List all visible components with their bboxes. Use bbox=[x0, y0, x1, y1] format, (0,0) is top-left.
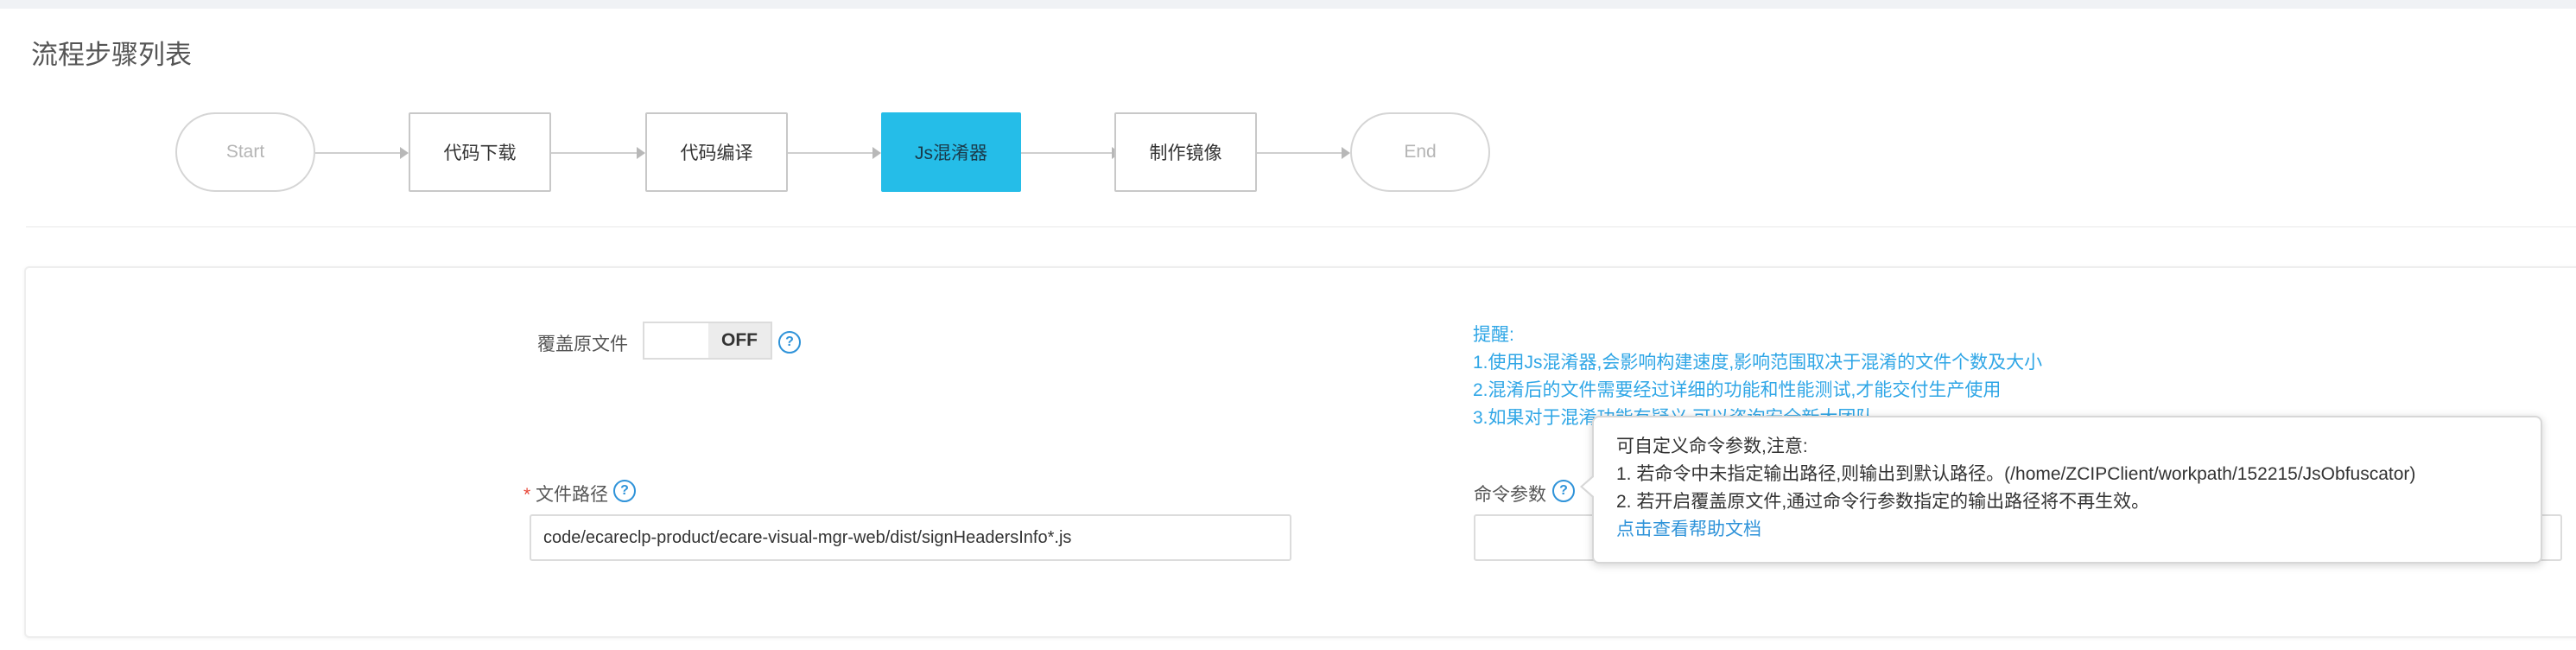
tips-line: 1.使用Js混淆器,会影响构建速度,影响范围取决于混淆的文件个数及大小 bbox=[1473, 353, 2043, 373]
flow-connector bbox=[788, 152, 874, 154]
help-doc-link[interactable]: 点击查看帮助文档 bbox=[1616, 516, 2518, 544]
tips-line: 2.混淆后的文件需要经过详细的功能和性能测试,才能交付生产使用 bbox=[1473, 380, 2002, 400]
file-path-input[interactable]: code/ecareclp-product/ecare-visual-mgr-w… bbox=[530, 514, 1291, 561]
file-path-label: * 文件路径 bbox=[523, 481, 608, 507]
tooltip-line: 2. 若开启覆盖原文件,通过命令行参数指定的输出路径将不再生效。 bbox=[1616, 492, 2150, 512]
section-divider bbox=[26, 226, 2576, 227]
required-mark: * bbox=[523, 485, 531, 505]
help-icon[interactable]: ? bbox=[1552, 480, 1575, 502]
arrow-right-icon bbox=[1342, 147, 1350, 159]
arrow-right-icon bbox=[637, 147, 645, 159]
flow-step-end[interactable]: End bbox=[1350, 112, 1490, 192]
flow-step-js-obfuscator[interactable]: Js混淆器 bbox=[881, 112, 1021, 192]
flow-connector bbox=[551, 152, 638, 154]
flow-step-code-compile[interactable]: 代码编译 bbox=[645, 112, 788, 192]
flow-step-code-download[interactable]: 代码下载 bbox=[409, 112, 551, 192]
flow-step-build-image[interactable]: 制作镜像 bbox=[1114, 112, 1257, 192]
file-path-label-text: 文件路径 bbox=[536, 485, 609, 505]
help-icon[interactable]: ? bbox=[613, 480, 636, 502]
flow-step-start[interactable]: Start bbox=[175, 112, 315, 192]
section-title: 流程步骤列表 bbox=[31, 40, 192, 70]
flow-connector bbox=[1021, 152, 1113, 154]
arrow-right-icon bbox=[872, 147, 881, 159]
tooltip-title: 可自定义命令参数,注意: bbox=[1616, 437, 1808, 456]
tooltip-caret-fill bbox=[1583, 476, 1595, 497]
flow-connector bbox=[315, 152, 402, 154]
command-params-label: 命令参数 bbox=[1474, 485, 1546, 505]
process-flow: Start 代码下载 代码编译 Js混淆器 制作镜像 End bbox=[0, 104, 1555, 199]
command-params-tooltip: 可自定义命令参数,注意: 1. 若命令中未指定输出路径,则输出到默认路径。(/h… bbox=[1580, 416, 2542, 564]
help-icon[interactable]: ? bbox=[778, 331, 801, 354]
overwrite-toggle[interactable]: OFF bbox=[643, 322, 772, 360]
overwrite-label: 覆盖原文件 bbox=[537, 335, 628, 354]
page: 流程步骤列表 Start 代码下载 代码编译 Js混淆器 制作镜像 End 覆盖… bbox=[0, 9, 2576, 650]
tooltip-line: 1. 若命令中未指定输出路径,则输出到默认路径。(/home/ZCIPClien… bbox=[1616, 464, 2416, 484]
arrow-right-icon bbox=[400, 147, 409, 159]
flow-connector bbox=[1257, 152, 1343, 154]
tips-title: 提醒: bbox=[1473, 325, 1514, 345]
toggle-off-state: OFF bbox=[708, 323, 771, 358]
